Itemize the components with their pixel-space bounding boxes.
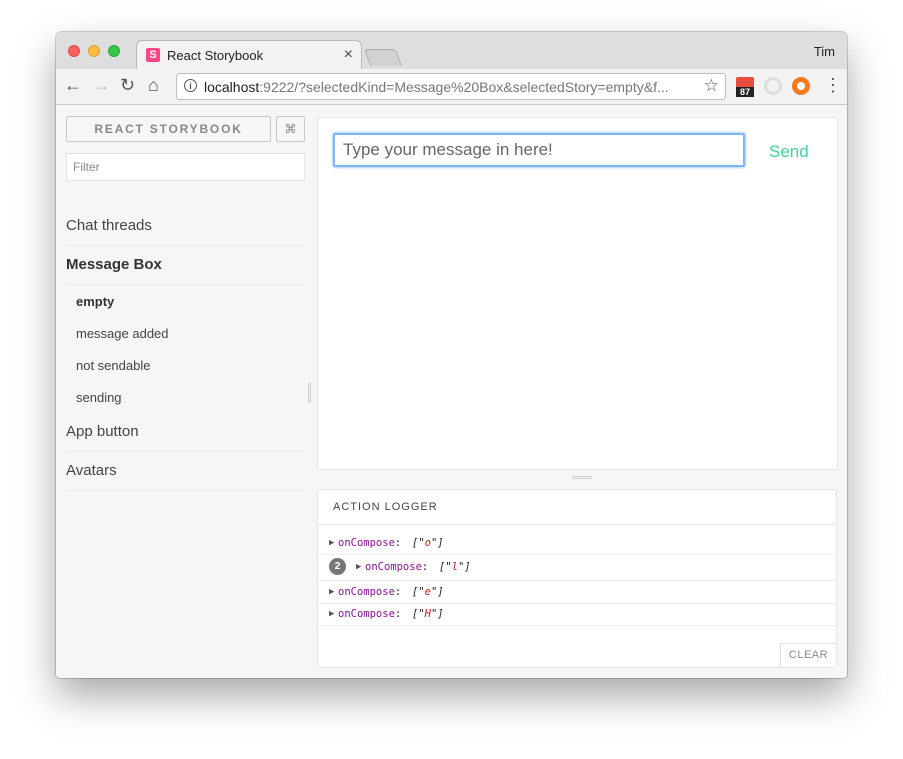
filter-input[interactable]: [66, 153, 305, 181]
log-entry[interactable]: 2 ▶ onCompose: ["l"]: [318, 555, 836, 581]
log-action-name: onCompose:: [365, 555, 428, 580]
log-action-name: onCompose:: [338, 603, 401, 625]
sidebar-kind-app-button[interactable]: App button: [66, 413, 304, 452]
log-value-text: e: [424, 586, 431, 598]
storybook-favicon-icon: S: [146, 48, 160, 62]
log-entry[interactable]: ▶ onCompose: ["H"]: [318, 603, 836, 626]
horizontal-resize-handle[interactable]: [572, 476, 592, 479]
tab-action-logger[interactable]: ACTION LOGGER: [333, 501, 438, 513]
send-button[interactable]: Send: [769, 142, 809, 162]
clear-button[interactable]: CLEAR: [780, 643, 836, 667]
sidebar-kind-avatars[interactable]: Avatars: [66, 452, 304, 491]
sidebar-kind-message-box[interactable]: Message Box: [66, 246, 304, 285]
log-name-text: onCompose: [338, 608, 395, 620]
minimize-window-button[interactable]: [88, 45, 100, 57]
expand-triangle-icon[interactable]: ▶: [329, 581, 334, 603]
tab-close-icon[interactable]: ×: [344, 46, 353, 64]
log-value-text: l: [451, 561, 458, 573]
zoom-window-button[interactable]: [108, 45, 120, 57]
log-action-value: ["H"]: [412, 608, 444, 620]
log-colon: :: [394, 586, 402, 598]
close-window-button[interactable]: [68, 45, 80, 57]
log-entry[interactable]: ▶ onCompose: ["o"]: [318, 532, 836, 555]
preview-pane: Send: [317, 117, 838, 470]
url-host: localhost: [204, 79, 260, 95]
browser-toolbar: ← → ↻ ⌂ i localhost:9222/?selectedKind=M…: [56, 69, 847, 105]
vertical-resize-handle[interactable]: [308, 383, 311, 403]
log-name-text: onCompose: [365, 561, 422, 573]
log-action-name: onCompose:: [338, 581, 401, 603]
log-entry[interactable]: ▶ onCompose: ["e"]: [318, 581, 836, 604]
home-icon[interactable]: ⌂: [148, 75, 159, 95]
story-not-sendable[interactable]: not sendable: [76, 358, 150, 373]
log-name-text: onCompose: [338, 586, 395, 598]
url-text[interactable]: localhost:9222/?selectedKind=Message%20B…: [204, 79, 669, 95]
title-bar: S React Storybook × Tim: [56, 32, 847, 70]
repeat-count-badge: 2: [329, 558, 346, 575]
extension-badge: 87: [736, 87, 754, 97]
reload-icon[interactable]: ↻: [120, 75, 135, 95]
expand-triangle-icon[interactable]: ▶: [329, 532, 334, 554]
log-action-value: ["e"]: [412, 586, 444, 598]
lifebuoy-extension-icon[interactable]: [792, 77, 810, 95]
story-empty[interactable]: empty: [76, 294, 114, 309]
sidebar-kind-chat-threads[interactable]: Chat threads: [66, 207, 304, 246]
new-tab-button[interactable]: [363, 49, 403, 66]
tab-title: React Storybook: [167, 48, 264, 63]
info-icon[interactable]: i: [184, 79, 197, 92]
address-bar[interactable]: i localhost:9222/?selectedKind=Message%2…: [176, 73, 726, 100]
log-value-text: H: [424, 608, 431, 620]
addon-panel: ACTION LOGGER ▶ onCompose: ["o"] 2 ▶ onC…: [317, 489, 837, 668]
profile-name[interactable]: Tim: [814, 44, 835, 59]
log-name-text: onCompose: [338, 537, 395, 549]
expand-triangle-icon[interactable]: ▶: [356, 555, 361, 580]
forward-arrow-icon[interactable]: →: [92, 75, 110, 95]
url-path: :9222/?selectedKind=Message%20Box&select…: [259, 79, 669, 95]
storybook-content: REACT STORYBOOK ⌘ Chat threads Message B…: [56, 105, 847, 678]
kebab-menu-icon[interactable]: ⋮: [824, 75, 842, 96]
story-sending[interactable]: sending: [76, 390, 122, 405]
browser-window: S React Storybook × Tim ← → ↻ ⌂ i localh…: [56, 32, 847, 678]
log-colon: :: [394, 537, 402, 549]
star-icon[interactable]: ☆: [704, 76, 719, 96]
browser-tab[interactable]: S React Storybook ×: [136, 40, 362, 70]
calendar-extension-icon[interactable]: 87: [736, 77, 754, 97]
back-arrow-icon[interactable]: ←: [64, 75, 82, 95]
log-colon: :: [394, 608, 402, 620]
log-action-value: ["o"]: [412, 537, 444, 549]
divider: [318, 524, 836, 525]
ring-extension-icon[interactable]: [764, 77, 782, 95]
log-colon: :: [421, 561, 429, 573]
message-input[interactable]: [333, 133, 745, 167]
shortcuts-button[interactable]: ⌘: [276, 116, 305, 142]
expand-triangle-icon[interactable]: ▶: [329, 603, 334, 625]
log-action-value: ["l"]: [439, 561, 471, 573]
log-action-name: onCompose:: [338, 532, 401, 554]
story-message-added[interactable]: message added: [76, 326, 169, 341]
log-value-text: o: [424, 537, 431, 549]
storybook-brand-button[interactable]: REACT STORYBOOK: [66, 116, 271, 142]
